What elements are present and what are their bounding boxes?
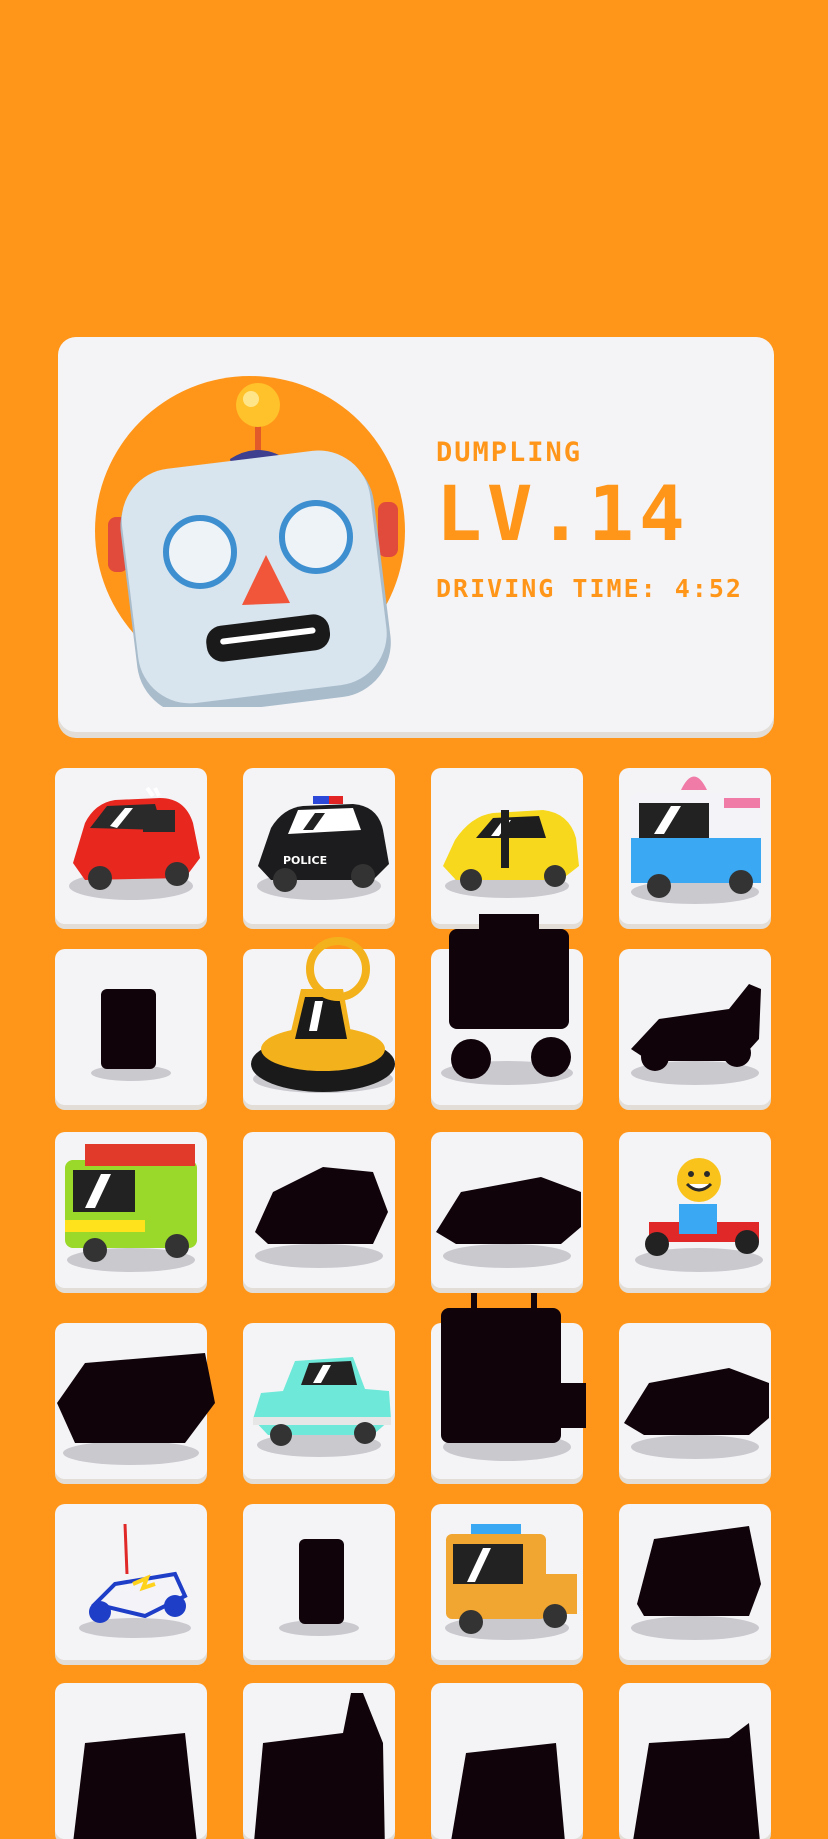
yellow-sports-car-icon	[443, 810, 579, 898]
locked-vehicle-silhouette-icon	[631, 1526, 761, 1640]
locked-vehicle-silhouette-icon	[57, 1353, 215, 1465]
vehicle-tile-police-car[interactable]: POLICE	[243, 768, 395, 924]
locked-vehicle-silhouette-icon	[624, 1368, 769, 1459]
retro-teal-car-icon	[253, 1357, 391, 1457]
vehicle-tile-safari-van[interactable]	[55, 1132, 207, 1288]
vehicle-tile-hovercraft[interactable]	[243, 937, 395, 1105]
locked-vehicle-silhouette-icon	[279, 1539, 359, 1636]
vehicle-tile-locked-3[interactable]	[619, 949, 771, 1105]
vehicle-tile-locked-1[interactable]	[55, 949, 207, 1105]
locked-vehicle-silhouette-icon	[91, 989, 171, 1081]
locked-vehicle-silhouette-icon	[255, 1167, 388, 1268]
vehicle-tile-locked-13[interactable]	[431, 1683, 583, 1839]
vehicle-tile-yellow-sports-car[interactable]	[431, 768, 583, 924]
vehicle-tile-locked-14[interactable]	[619, 1683, 771, 1839]
locked-vehicle-silhouette-icon	[441, 1293, 586, 1461]
ice-cream-truck-icon	[631, 776, 761, 904]
locked-vehicle-silhouette-icon	[441, 914, 573, 1085]
police-car-icon: POLICE	[257, 796, 389, 900]
vehicle-tile-locked-4[interactable]	[243, 1132, 395, 1288]
locked-vehicle-silhouette-icon	[254, 1693, 385, 1839]
tow-truck-icon	[445, 1524, 577, 1640]
vehicle-tile-ice-cream-truck[interactable]	[619, 768, 771, 924]
locked-vehicle-silhouette-icon	[633, 1723, 760, 1839]
locked-vehicle-silhouette-icon	[73, 1733, 197, 1839]
go-kart-icon	[635, 1158, 763, 1272]
locked-vehicle-silhouette-icon	[631, 984, 761, 1085]
vehicle-tile-locked-12[interactable]	[243, 1683, 395, 1839]
locked-vehicle-silhouette-icon	[451, 1743, 565, 1839]
vehicle-tile-locked-7[interactable]	[431, 1293, 586, 1479]
safari-van-icon	[65, 1144, 197, 1272]
vehicle-tile-locked-6[interactable]	[55, 1323, 215, 1479]
vehicle-tile-rc-buggy[interactable]	[55, 1504, 207, 1660]
vehicle-tile-retro-teal-car[interactable]	[243, 1323, 395, 1479]
vehicle-tile-locked-8[interactable]	[619, 1323, 771, 1479]
vehicle-tile-go-kart[interactable]	[619, 1132, 771, 1288]
vehicle-tile-locked-9[interactable]	[243, 1504, 395, 1660]
vehicle-tile-red-hatchback[interactable]	[55, 768, 207, 924]
vehicle-grid: POLICE	[0, 0, 828, 1839]
hovercraft-icon	[251, 937, 395, 1093]
vehicle-tile-locked-11[interactable]	[55, 1683, 207, 1839]
rc-buggy-icon	[79, 1523, 191, 1638]
svg-text:POLICE: POLICE	[283, 854, 327, 867]
vehicle-tile-locked-2[interactable]	[431, 914, 583, 1105]
vehicle-tile-locked-10[interactable]	[619, 1504, 771, 1660]
vehicle-tile-locked-5[interactable]	[431, 1132, 583, 1288]
vehicle-tile-tow-truck[interactable]	[431, 1504, 583, 1660]
locked-vehicle-silhouette-icon	[436, 1177, 581, 1268]
red-car-icon	[69, 786, 200, 900]
